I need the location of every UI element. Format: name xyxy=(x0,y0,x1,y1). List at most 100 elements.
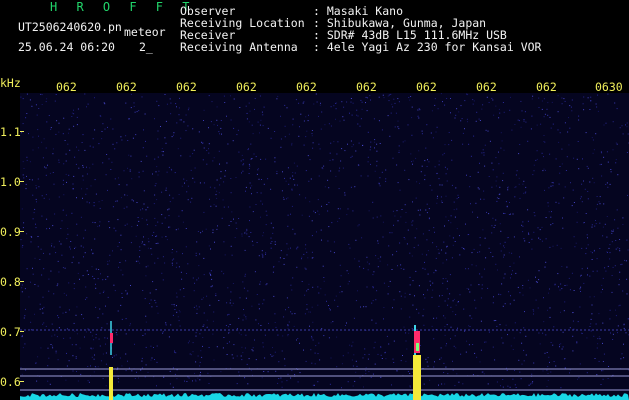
noise-speck xyxy=(584,188,586,190)
noise-speck xyxy=(550,224,552,226)
noise-speck xyxy=(441,383,443,385)
noise-speck xyxy=(534,215,536,217)
noise-speck xyxy=(438,178,440,180)
noise-speck xyxy=(102,353,104,355)
noise-speck xyxy=(515,186,517,188)
noise-speck xyxy=(542,370,544,372)
noise-speck xyxy=(520,100,522,102)
noise-speck xyxy=(80,373,82,375)
noise-speck xyxy=(615,315,617,317)
noise-speck xyxy=(93,278,95,280)
noise-speck xyxy=(35,363,37,364)
noise-speck xyxy=(337,141,339,143)
noise-speck xyxy=(545,217,547,218)
noise-speck xyxy=(58,159,60,161)
noise-speck xyxy=(424,261,425,263)
noise-speck xyxy=(532,174,534,176)
noise-speck xyxy=(400,264,402,266)
noise-speck xyxy=(291,144,293,146)
noise-speck xyxy=(522,225,524,227)
noise-speck xyxy=(445,252,447,254)
noise-speck xyxy=(568,277,570,279)
noise-speck xyxy=(386,335,388,337)
noise-speck xyxy=(469,315,471,317)
noise-speck xyxy=(212,333,214,335)
noise-speck xyxy=(578,168,580,170)
noise-speck xyxy=(45,325,47,327)
noise-speck xyxy=(260,119,262,121)
noise-speck xyxy=(388,286,390,287)
noise-speck xyxy=(53,183,55,185)
noise-speck xyxy=(52,172,54,173)
noise-speck xyxy=(220,120,222,121)
noise-speck xyxy=(591,304,593,306)
noise-speck xyxy=(372,217,374,219)
noise-speck xyxy=(201,356,203,358)
noise-speck xyxy=(137,217,139,218)
noise-speck xyxy=(72,188,73,190)
noise-speck xyxy=(503,149,505,151)
noise-speck xyxy=(129,325,131,327)
noise-speck xyxy=(403,326,405,328)
noise-speck xyxy=(500,294,502,296)
noise-speck xyxy=(543,168,545,170)
y-unit-label: kHz xyxy=(0,76,21,90)
noise-speck xyxy=(195,305,197,307)
noise-speck xyxy=(366,110,368,112)
noise-speck xyxy=(241,233,243,235)
noise-speck xyxy=(187,125,189,127)
noise-speck xyxy=(418,312,420,314)
noise-speck xyxy=(563,197,565,199)
noise-speck xyxy=(593,335,595,337)
noise-speck xyxy=(66,294,67,296)
noise-speck xyxy=(78,262,80,264)
noise-speck xyxy=(105,385,107,387)
noise-speck xyxy=(307,257,309,259)
noise-speck xyxy=(198,306,200,308)
noise-speck xyxy=(578,115,580,117)
noise-speck xyxy=(151,235,153,236)
noise-speck xyxy=(307,155,309,157)
noise-speck xyxy=(246,229,248,231)
noise-speck xyxy=(171,262,173,264)
noise-speck xyxy=(139,262,141,264)
noise-speck xyxy=(167,209,169,211)
noise-speck xyxy=(590,323,592,325)
noise-speck xyxy=(139,246,141,248)
noise-speck xyxy=(603,156,605,158)
noise-speck xyxy=(448,132,450,133)
noise-speck xyxy=(156,361,158,363)
noise-speck xyxy=(112,206,114,208)
noise-speck xyxy=(66,328,68,330)
noise-speck xyxy=(466,340,467,342)
noise-speck xyxy=(476,111,478,113)
noise-speck xyxy=(495,219,497,221)
noise-speck xyxy=(310,311,311,313)
noise-speck xyxy=(258,308,260,310)
noise-speck xyxy=(509,202,510,203)
noise-speck xyxy=(192,351,194,353)
noise-speck xyxy=(74,247,75,249)
noise-speck xyxy=(407,229,409,231)
noise-speck xyxy=(36,380,38,382)
noise-speck xyxy=(250,158,252,160)
noise-speck xyxy=(290,284,292,286)
noise-speck xyxy=(503,212,505,214)
noise-speck xyxy=(86,201,88,203)
noise-speck xyxy=(447,304,449,306)
noise-speck xyxy=(287,335,289,337)
noise-speck xyxy=(187,109,189,111)
noise-speck xyxy=(228,332,230,334)
noise-speck xyxy=(165,189,167,191)
noise-speck xyxy=(296,184,298,186)
noise-speck xyxy=(232,140,234,142)
noise-speck xyxy=(531,373,533,375)
x-tick-label: 062 xyxy=(176,80,197,94)
noise-speck xyxy=(277,95,279,97)
noise-speck xyxy=(561,163,563,165)
noise-speck xyxy=(479,120,481,121)
noise-speck xyxy=(581,247,583,249)
noise-speck xyxy=(466,288,468,289)
noise-speck xyxy=(468,344,470,346)
noise-speck xyxy=(130,107,132,109)
